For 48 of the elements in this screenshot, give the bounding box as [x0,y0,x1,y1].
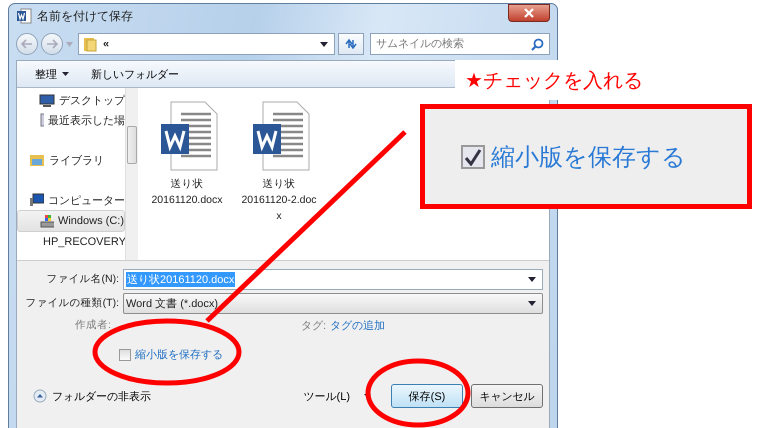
forward-button[interactable] [41,33,63,55]
window-title: 名前を付けて保存 [37,8,133,24]
forward-arrow-icon [46,39,58,49]
search-field[interactable]: サムネイルの検索 [370,33,550,55]
tags-label: タグ: [301,318,326,332]
address-field[interactable]: « [78,33,335,55]
checkbox[interactable] [119,348,131,360]
toolbar-button[interactable]: 整理 [29,64,75,84]
document-icon [16,8,32,24]
file-item[interactable]: 送り状 20161120.docx [146,100,228,260]
search-icon [531,38,544,51]
caret-icon [364,394,371,398]
toolbar-button[interactable]: 新しいフォルダー [85,64,185,84]
save-button[interactable]: 保存(S) [391,384,463,408]
callout-label: 縮小版を保存する [491,142,686,172]
collapse-icon [33,389,47,403]
caret-icon [528,300,536,306]
caret-icon [528,276,536,282]
computer-icon [29,193,44,207]
scrollbar[interactable] [125,88,138,260]
field-label: ファイル名(N): [46,272,119,286]
sidebar-item[interactable]: ライブラリ [17,150,125,170]
sidebar-item[interactable]: コンピューター [17,190,125,210]
refresh-button[interactable] [338,33,364,55]
sidebar-item[interactable]: デスクトップ [17,90,125,110]
file-item[interactable]: 送り状 20161120-2.doc x [238,100,320,260]
caret-icon [320,42,328,46]
tools-menu-button[interactable]: ツール(L) [298,388,377,404]
folder-icon [83,36,97,52]
caret-icon [66,42,73,46]
field-label: ファイルの種類(T): [24,296,119,310]
back-button[interactable] [16,33,38,55]
author-label: 作成者: [74,318,111,332]
caret-icon [62,72,69,76]
monitor-icon [39,93,55,107]
folder-icon [29,153,45,167]
back-arrow-icon [21,39,33,49]
cancel-button[interactable]: キャンセル [471,384,543,408]
thumbnail-checkbox[interactable]: 縮小版を保存する [119,347,223,362]
refresh-arrows-icon [344,38,358,50]
sidebar-item[interactable]: Windows (C:) [17,210,125,232]
close-icon [524,8,534,18]
add-tag-link[interactable]: タグの追加 [330,318,386,332]
close-button[interactable] [508,4,550,22]
filetype-dropdown[interactable]: Word 文書 (*.docx) [123,292,543,314]
sidebar-item[interactable]: 最近表示した場 [17,110,125,130]
drive-icon [40,214,54,228]
hide-folders-button[interactable]: フォルダーの非表示 [23,388,151,404]
